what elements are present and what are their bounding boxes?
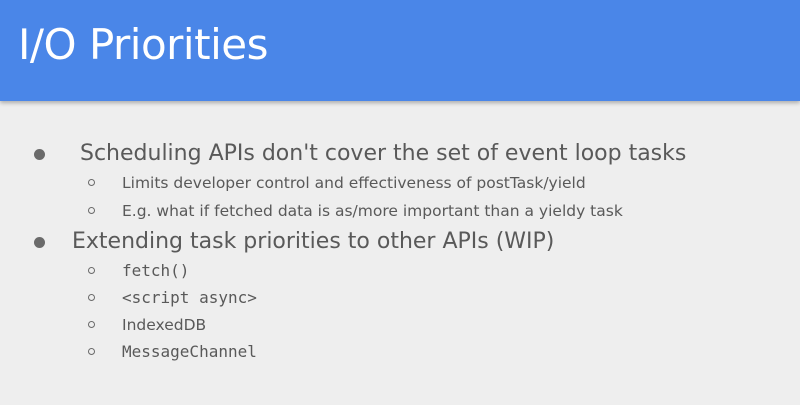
- bullet-scheduling-apis: Scheduling APIs don't cover the set of e…: [80, 141, 687, 166]
- sub-bullet-messagechannel: MessageChannel: [122, 342, 257, 361]
- sub-bullet-script-async: <script async>: [122, 288, 257, 307]
- sub-bullet-fetched-data: E.g. what if fetched data is as/more imp…: [122, 202, 623, 220]
- sub-bullet-fetch: fetch(): [122, 261, 190, 280]
- bullet-dot-icon: [34, 237, 45, 248]
- bullet-dot-icon: [34, 149, 45, 160]
- sub-bullet-circle-icon: [88, 207, 95, 214]
- sub-bullet-circle-icon: [88, 267, 95, 274]
- slide: I/O Priorities Scheduling APIs don't cov…: [0, 0, 800, 405]
- sub-bullet-circle-icon: [88, 348, 95, 355]
- sub-bullet-indexeddb: IndexedDB: [122, 316, 207, 334]
- sub-bullet-circle-icon: [88, 294, 95, 301]
- sub-bullet-limits-control: Limits developer control and effectivene…: [122, 174, 586, 192]
- slide-content: Scheduling APIs don't cover the set of e…: [0, 0, 800, 405]
- sub-bullet-circle-icon: [88, 321, 95, 328]
- sub-bullet-circle-icon: [88, 179, 95, 186]
- bullet-extending-priorities: Extending task priorities to other APIs …: [72, 229, 555, 254]
